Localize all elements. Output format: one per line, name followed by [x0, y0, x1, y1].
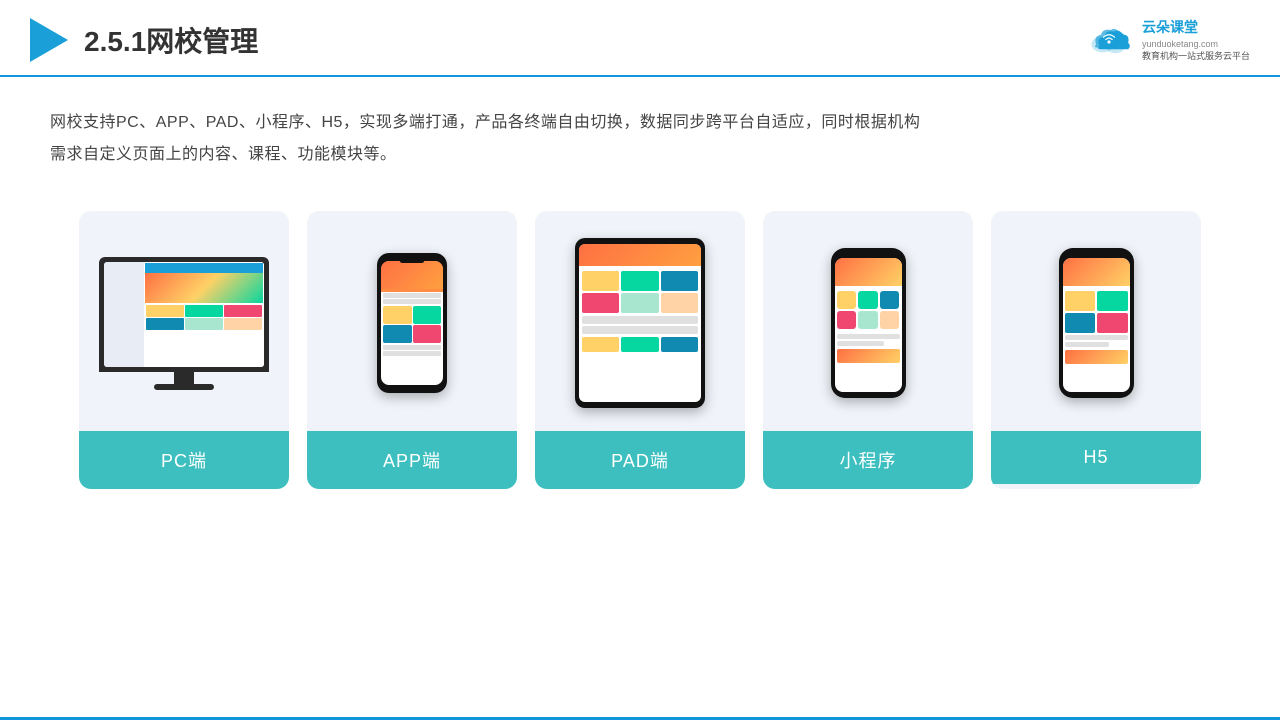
card-pc: PC端: [79, 211, 289, 489]
phone-notch: [400, 257, 425, 263]
description-line2: 需求自定义页面上的内容、课程、功能模块等。: [50, 139, 1230, 171]
brand-logo: 云朵课堂 yunduoketang.com 教育机构一站式服务云平台: [1084, 18, 1250, 63]
tablet-icon: [575, 238, 705, 408]
header-left: 2.5.1网校管理: [30, 18, 258, 62]
description: 网校支持PC、APP、PAD、小程序、H5，实现多端打通，产品各终端自由切换，数…: [0, 77, 1280, 181]
brand-name: 云朵课堂: [1142, 18, 1250, 38]
brand-slogan: 教育机构一站式服务云平台: [1142, 50, 1250, 63]
description-line1: 网校支持PC、APP、PAD、小程序、H5，实现多端打通，产品各终端自由切换，数…: [50, 107, 1230, 139]
card-pc-image: [79, 211, 289, 431]
cards-container: PC端: [0, 181, 1280, 519]
card-app-label: APP端: [307, 431, 517, 489]
card-h5-label: H5: [991, 431, 1201, 484]
card-miniprogram: 小程序: [763, 211, 973, 489]
logo-triangle-icon: [30, 18, 68, 62]
card-h5-image: [991, 211, 1201, 431]
mini-phone-icon: [831, 248, 906, 398]
card-app-image: [307, 211, 517, 431]
card-pc-label: PC端: [79, 431, 289, 489]
app-phone-icon: [377, 253, 447, 393]
page-title: 2.5.1网校管理: [84, 20, 258, 60]
card-pad-label: PAD端: [535, 431, 745, 489]
card-miniprogram-image: [763, 211, 973, 431]
cloud-icon: [1084, 22, 1134, 58]
card-miniprogram-label: 小程序: [763, 431, 973, 489]
card-app: APP端: [307, 211, 517, 489]
h5-notch: [1085, 253, 1107, 258]
card-pad: PAD端: [535, 211, 745, 489]
h5-phone-icon: [1059, 248, 1134, 398]
pc-monitor-icon: [99, 257, 269, 390]
header: 2.5.1网校管理 云朵课堂 yunduoketang.com 教育机构一站式服…: [0, 0, 1280, 77]
brand-url: yunduoketang.com: [1142, 38, 1250, 51]
card-pad-image: [535, 211, 745, 431]
header-right: 云朵课堂 yunduoketang.com 教育机构一站式服务云平台: [1084, 18, 1250, 63]
card-h5: H5: [991, 211, 1201, 489]
brand-text: 云朵课堂 yunduoketang.com 教育机构一站式服务云平台: [1142, 18, 1250, 63]
mini-notch: [857, 253, 879, 258]
